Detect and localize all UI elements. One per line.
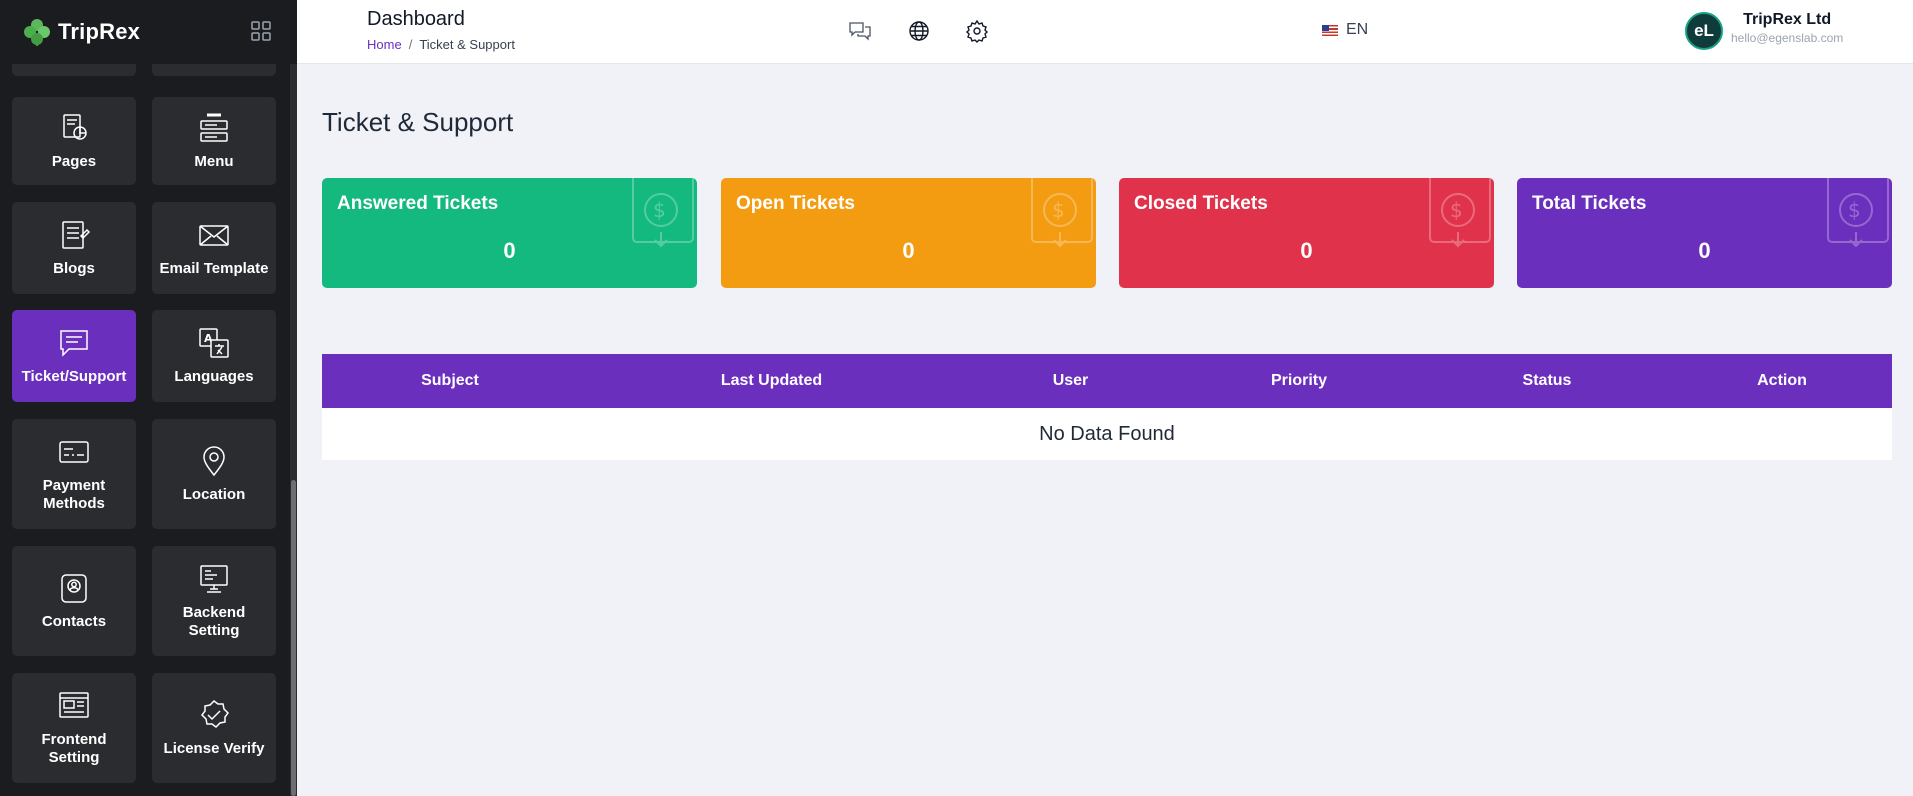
sidebar-item-license-verify[interactable]: License Verify [152,673,276,783]
empty-state-row: No Data Found [322,408,1892,460]
column-header-priority[interactable]: Priority [1176,372,1422,390]
card-value: 0 [503,238,516,263]
empty-state-text: No Data Found [1039,422,1175,445]
settings-gear-icon[interactable] [965,19,989,43]
card-value: 0 [1698,238,1711,263]
sidebar-item-location[interactable]: Location [152,419,276,529]
sidebar-item-label: Ticket/Support [21,368,127,385]
backend-icon [197,562,231,596]
sidebar-item-contacts[interactable]: Contacts [12,546,136,656]
tile-partial[interactable] [12,64,136,76]
sidebar-item-blogs[interactable]: Blogs [12,202,136,294]
sidebar-item-menu[interactable]: Menu [152,97,276,185]
language-code: EN [1346,21,1369,38]
top-header: Dashboard Home / Ticket & Support EN eL Tr… [297,0,1913,64]
card-label: Answered Tickets [337,193,499,214]
globe-icon[interactable] [907,19,931,43]
license-icon [197,698,231,732]
sidebar-item-payment-methods[interactable]: Payment Methods [12,419,136,529]
brand[interactable]: TripRex [0,0,297,64]
sidebar-item-ticket-support[interactable]: Ticket/Support [12,310,136,402]
user-email: hello@egenslab.com [1731,31,1844,45]
grid-toggle-icon[interactable] [250,20,272,42]
blogs-icon [57,218,91,252]
sidebar-item-pages[interactable]: Pages [12,97,136,185]
sidebar-item-label: Blogs [53,260,95,277]
tile-partial[interactable] [152,64,276,76]
clover-logo-icon [22,17,52,47]
column-header-last-updated[interactable]: Last Updated [578,372,965,390]
page-header-title: Dashboard [367,8,465,30]
sidebar-item-label: Pages [51,153,97,170]
breadcrumb-current: Ticket & Support [419,37,515,52]
column-header-action[interactable]: Action [1672,372,1892,390]
card-label: Total Tickets [1532,193,1647,214]
location-icon [197,444,231,478]
payment-icon [57,435,91,469]
total-tickets-card: $ Total Tickets 0 [1517,178,1892,288]
menu-icon [197,111,231,145]
column-header-user[interactable]: User [965,372,1176,390]
svg-text:$: $ [1052,198,1065,222]
card-value: 0 [902,238,915,263]
sidebar-item-label: Backend Setting [182,604,246,639]
frontend-icon [57,689,91,723]
card-label: Open Tickets [736,193,855,214]
user-name: TripRex Ltd [1743,11,1832,28]
card-value: 0 [1300,238,1313,263]
sidebar-item-label: Languages [174,368,254,385]
sidebar-item-email-template[interactable]: Email Template [152,202,276,294]
sidebar-scrollbar-thumb[interactable] [291,480,296,796]
chat-icon[interactable] [848,19,872,43]
table-header: Subject Last Updated User Priority Statu… [322,354,1892,408]
svg-text:$: $ [653,198,666,222]
column-header-status[interactable]: Status [1422,372,1672,390]
us-flag-icon [1322,24,1338,36]
sidebar-item-label: Payment Methods [42,477,106,512]
card-label: Closed Tickets [1134,193,1268,214]
avatar[interactable]: eL [1685,12,1723,50]
closed-tickets-card: $ Closed Tickets 0 [1119,178,1494,288]
breadcrumb-separator: / [408,37,413,52]
email-icon [197,218,231,252]
open-tickets-card: $ Open Tickets 0 [721,178,1096,288]
sidebar-item-label: License Verify [163,740,265,757]
language-selector[interactable]: EN [1322,21,1368,39]
sidebar-item-label: Contacts [41,613,107,630]
svg-text:$: $ [1450,198,1463,222]
svg-text:$: $ [1848,198,1861,222]
breadcrumb: Home / Ticket & Support [367,37,515,52]
languages-icon: A [197,326,231,360]
sidebar-item-label: Location [182,486,246,503]
sidebar-item-languages[interactable]: A Languages [152,310,276,402]
sidebar-item-label: Email Template [159,260,269,277]
tickets-table: Subject Last Updated User Priority Statu… [322,354,1892,460]
user-info[interactable]: TripRex Ltd hello@egenslab.com [1731,11,1843,45]
sidebar-item-label: Frontend Setting [41,731,107,766]
column-header-subject[interactable]: Subject [322,372,578,390]
sidebar: TripRex Pages Menu Blogs Email Template … [0,0,297,796]
page-title: Ticket & Support [322,107,514,137]
brand-name: TripRex [58,19,141,44]
sidebar-item-frontend-setting[interactable]: Frontend Setting [12,673,136,783]
answered-tickets-card: $ Answered Tickets 0 [322,178,697,288]
sidebar-item-backend-setting[interactable]: Backend Setting [152,546,276,656]
breadcrumb-home-link[interactable]: Home [367,37,402,52]
pages-icon [57,111,91,145]
sidebar-item-label: Menu [194,153,234,170]
ticket-icon [57,326,91,360]
contacts-icon [57,571,91,605]
